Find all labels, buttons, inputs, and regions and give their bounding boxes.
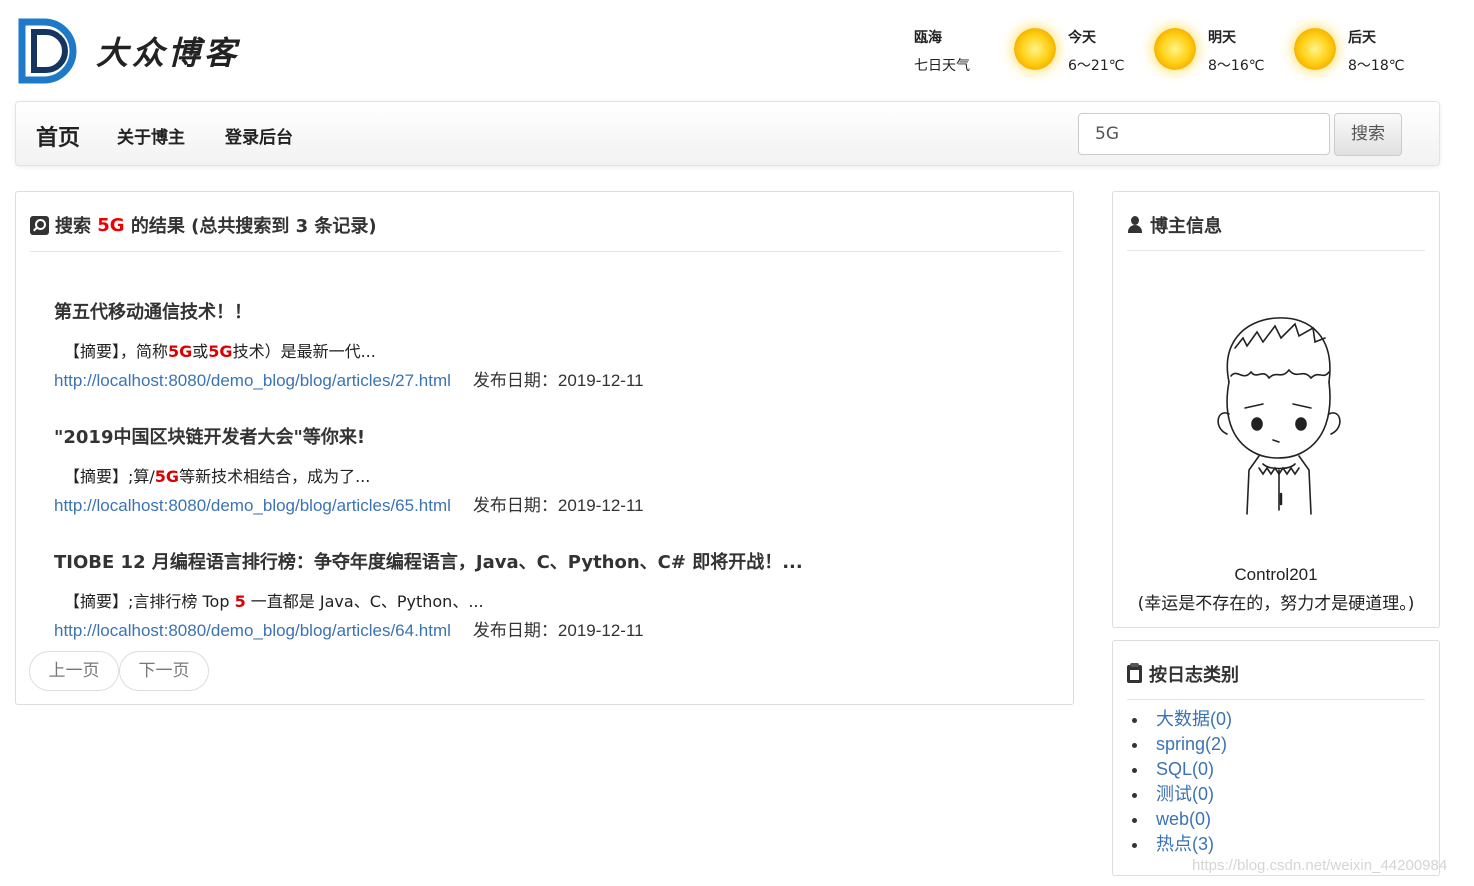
weather-widget: 瓯海 七日天气 今天 6～21℃ 明天 8～16℃ 后天 8～18℃ (914, 24, 1434, 80)
nav-home-link[interactable]: 首页 (36, 120, 80, 152)
prev-page-button[interactable]: 上一页 (29, 651, 119, 691)
weather-day-name: 今天 (1068, 30, 1096, 46)
result-item: 第五代移动通信技术！！ 【摘要】，简称5G或5G技术）是最新一代... http… (54, 298, 1054, 391)
divider (30, 251, 1061, 252)
category-heading: 按日志类别 (1127, 661, 1239, 687)
user-icon (1127, 216, 1143, 234)
sun-icon (1014, 28, 1056, 70)
divider (1127, 250, 1425, 251)
category-heading-text: 按日志类别 (1149, 665, 1239, 686)
category-item[interactable]: 热点(3) (1131, 832, 1232, 857)
results-heading-prefix: 搜索 (55, 216, 91, 237)
nav-admin-login-link[interactable]: 登录后台 (225, 123, 293, 148)
result-title[interactable]: 第五代移动通信技术！！ (54, 298, 1054, 324)
blogger-heading-text: 博主信息 (1150, 216, 1222, 237)
search-results-panel: 搜索 5G 的结果 (总共搜索到 3 条记录) 第五代移动通信技术！！ 【摘要】… (15, 191, 1074, 705)
result-link[interactable]: http://localhost:8080/demo_blog/blog/art… (54, 496, 451, 515)
result-item: TIOBE 12 月编程语言排行榜：争夺年度编程语言，Java、C、Python… (54, 548, 1054, 641)
category-item[interactable]: SQL(0) (1131, 757, 1232, 782)
weather-location-name: 瓯海 (914, 30, 942, 46)
search-button[interactable]: 搜索 (1334, 113, 1402, 156)
divider (1127, 699, 1425, 700)
avatar (1151, 264, 1403, 560)
result-summary: 【摘要】，简称5G或5G技术）是最新一代... (64, 342, 376, 361)
result-date: 发布日期：2019-12-11 (472, 371, 644, 390)
result-summary: 【摘要】;言排行榜 Top 5 一直都是 Java、C、Python、... (64, 592, 484, 611)
weather-day: 明天 8～16℃ (1154, 24, 1294, 80)
pagination: 上一页 下一页 (29, 651, 209, 691)
sun-icon (1294, 28, 1336, 70)
result-title[interactable]: TIOBE 12 月编程语言排行榜：争夺年度编程语言，Java、C、Python… (54, 548, 1054, 574)
result-link[interactable]: http://localhost:8080/demo_blog/blog/art… (54, 371, 451, 390)
result-link[interactable]: http://localhost:8080/demo_blog/blog/art… (54, 621, 451, 640)
site-logo[interactable]: 大众博客 (18, 18, 258, 84)
weather-day-range: 6～21℃ (1068, 58, 1125, 74)
navbar: 首页 关于博主 登录后台 搜索 (15, 101, 1440, 166)
search-input[interactable] (1078, 113, 1330, 155)
results-keyword: 5G (97, 214, 125, 236)
next-page-button[interactable]: 下一页 (119, 651, 209, 691)
blogger-motto: (幸运是不存在的，努力才是硬道理。) (1137, 594, 1415, 614)
blogger-name: Control201 (1234, 565, 1318, 584)
weather-day-name: 明天 (1208, 30, 1236, 46)
weather-day-range: 8～18℃ (1348, 58, 1405, 74)
weather-day-name: 后天 (1348, 30, 1376, 46)
result-date: 发布日期：2019-12-11 (472, 496, 644, 515)
results-heading: 搜索 5G 的结果 (总共搜索到 3 条记录) (30, 212, 377, 238)
category-panel: 按日志类别 大数据(0) spring(2) SQL(0) 测试(0) web(… (1112, 640, 1440, 876)
weather-subtitle: 七日天气 (914, 58, 970, 74)
category-item[interactable]: spring(2) (1131, 732, 1232, 757)
result-item: "2019中国区块链开发者大会"等你来! 【摘要】;算/5G等新技术相结合，成为… (54, 423, 1054, 516)
result-title[interactable]: "2019中国区块链开发者大会"等你来! (54, 423, 1054, 449)
weather-day: 今天 6～21℃ (1014, 24, 1154, 80)
blogger-info-panel: 博主信息 Control201 (幸运是不存在的，努力才是硬道理。) (1112, 191, 1440, 628)
logo-text: 大众博客 (96, 34, 241, 72)
search-icon (30, 215, 49, 235)
category-list: 大数据(0) spring(2) SQL(0) 测试(0) web(0) 热点(… (1131, 707, 1232, 857)
results-heading-suffix: 的结果 (总共搜索到 3 条记录) (130, 216, 377, 237)
weather-day: 后天 8～18℃ (1294, 24, 1434, 80)
category-item[interactable]: 测试(0) (1131, 782, 1232, 807)
clipboard-icon (1127, 663, 1142, 683)
watermark: https://blog.csdn.net/weixin_44200984 (1192, 857, 1448, 874)
sun-icon (1154, 28, 1196, 70)
result-summary: 【摘要】;算/5G等新技术相结合，成为了... (64, 467, 371, 486)
weather-day-range: 8～16℃ (1208, 58, 1265, 74)
blogger-heading: 博主信息 (1127, 212, 1222, 238)
site-header: 大众博客 瓯海 七日天气 今天 6～21℃ 明天 8～16℃ 后天 8～18℃ (0, 0, 1474, 100)
category-item[interactable]: web(0) (1131, 807, 1232, 832)
logo-d-icon (18, 18, 77, 84)
nav-about-link[interactable]: 关于博主 (117, 123, 185, 148)
weather-location: 瓯海 七日天气 (914, 24, 1014, 80)
result-date: 发布日期：2019-12-11 (472, 621, 644, 640)
category-item[interactable]: 大数据(0) (1131, 707, 1232, 732)
